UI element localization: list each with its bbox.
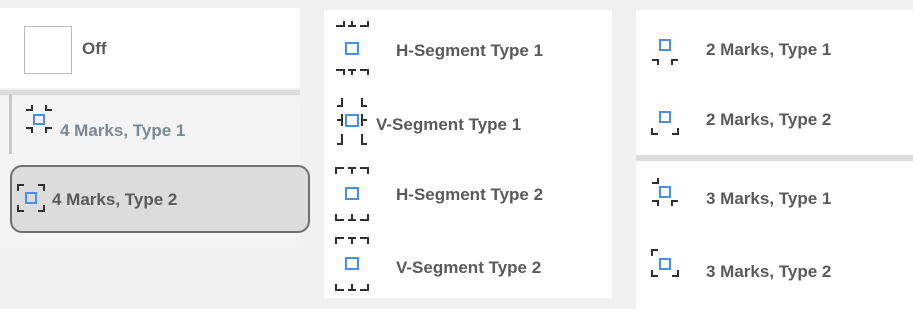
h-segment-type1-svg	[336, 21, 369, 75]
option-2-marks-type-2[interactable]: 2 Marks, Type 2	[636, 86, 913, 152]
option-off[interactable]: Off	[0, 10, 300, 88]
v-segment-type1-svg	[337, 98, 367, 145]
v-segment-type1-icon	[332, 94, 372, 150]
two-marks-type2-icon	[650, 106, 680, 136]
option-4-marks-type-2[interactable]: 4 Marks, Type 2	[10, 165, 310, 233]
four-marks-type1-icon	[24, 104, 54, 134]
option-label: Off	[82, 39, 107, 58]
two-marks-type1-svg	[652, 39, 678, 65]
option-v-segment-type-2[interactable]: V-Segment Type 2	[324, 232, 612, 300]
option-label: V-Segment Type 2	[396, 258, 542, 277]
option-4-marks-type-1[interactable]: 4 Marks, Type 1	[0, 94, 300, 160]
option-3-marks-type-1[interactable]: 3 Marks, Type 1	[636, 163, 913, 233]
option-label: V-Segment Type 1	[376, 115, 522, 134]
option-label: 2 Marks, Type 2	[706, 110, 832, 129]
option-h-segment-type-2[interactable]: H-Segment Type 2	[324, 160, 612, 230]
two-marks-type1-icon	[650, 36, 680, 66]
option-2-marks-type-1[interactable]: 2 Marks, Type 1	[636, 14, 913, 84]
option-3-marks-type-2[interactable]: 3 Marks, Type 2	[636, 236, 913, 306]
h-segment-type2-svg	[335, 167, 369, 221]
four-marks-type1-svg	[26, 105, 52, 133]
three-marks-type2-icon	[650, 248, 680, 278]
option-v-segment-type-1[interactable]: V-Segment Type 1	[324, 88, 612, 158]
v-segment-type2-icon	[334, 236, 370, 292]
v-segment-type2-svg	[335, 237, 369, 291]
h-segment-type1-icon	[334, 20, 370, 76]
h-segment-type2-icon	[334, 166, 370, 222]
empty-square-icon	[24, 26, 72, 74]
three-marks-type2-svg	[651, 249, 679, 277]
option-label: 2 Marks, Type 1	[706, 40, 832, 59]
three-marks-type1-svg	[652, 178, 678, 206]
option-label: H-Segment Type 1	[396, 41, 544, 60]
three-marks-type1-icon	[650, 177, 680, 207]
four-marks-type2-icon	[16, 183, 46, 213]
two-marks-type2-svg	[651, 111, 679, 135]
option-label: 3 Marks, Type 2	[706, 262, 832, 281]
option-label: 4 Marks, Type 2	[52, 190, 178, 209]
option-label: 3 Marks, Type 1	[706, 189, 832, 208]
option-label: 4 Marks, Type 1	[60, 121, 186, 140]
option-label: H-Segment Type 2	[396, 185, 544, 204]
left-edge-line	[9, 94, 12, 154]
four-marks-type2-svg	[17, 184, 45, 212]
option-h-segment-type-1[interactable]: H-Segment Type 1	[324, 14, 612, 84]
